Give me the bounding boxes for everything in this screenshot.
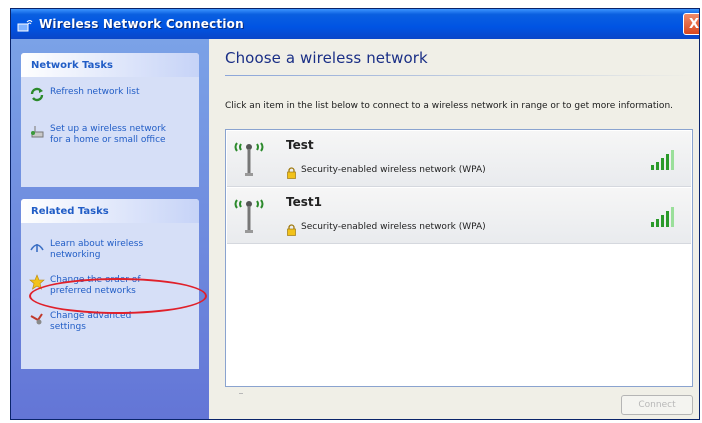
network-list[interactable]: Test Security-enabled wireless network (… [225, 129, 693, 387]
task-learn-wireless[interactable]: Learn about wireless networking [21, 239, 199, 261]
task-label: Change advanced settings [50, 311, 132, 332]
close-button[interactable]: X [683, 13, 700, 35]
instructions-text: Click an item in the list below to conne… [225, 101, 674, 111]
main-content: Choose a wireless network Click an item … [209, 39, 699, 419]
star-icon [29, 274, 45, 290]
list-divider [239, 393, 243, 394]
network-item-test[interactable]: Test Security-enabled wireless network (… [227, 131, 691, 187]
page-title: Choose a wireless network [225, 49, 428, 67]
task-label: Refresh network list [50, 87, 140, 97]
related-tasks-header: Related Tasks [21, 199, 199, 223]
network-item-test1[interactable]: Test1 Security-enabled wireless network … [227, 188, 691, 244]
task-label: Set up a wireless network for a home or … [50, 124, 167, 145]
security-status: Security-enabled wireless network (WPA) [301, 222, 486, 232]
wireless-connection-icon [17, 17, 33, 32]
task-label: Change the order of preferred networks [50, 275, 141, 296]
settings-icon [29, 310, 45, 326]
signal-strength-icon [651, 149, 681, 171]
related-tasks-panel: Related Tasks Learn about wireless netwo… [21, 199, 199, 369]
wireless-network-window: Wireless Network Connection X Network Ta… [10, 8, 700, 420]
signal-strength-icon [651, 206, 681, 228]
task-label: Learn about wireless networking [50, 239, 144, 260]
close-icon: X [688, 16, 700, 32]
task-pane: Network Tasks Refresh network list Set u… [11, 39, 209, 419]
task-refresh-network-list[interactable]: Refresh network list [21, 87, 199, 102]
refresh-icon [29, 86, 45, 102]
wireless-antenna-icon [233, 196, 265, 236]
window-title: Wireless Network Connection [39, 17, 244, 31]
network-name: Test [286, 138, 314, 152]
wireless-antenna-icon [233, 139, 265, 179]
network-name: Test1 [286, 195, 322, 209]
connect-button[interactable]: Connect [621, 395, 693, 415]
network-tasks-header: Network Tasks [21, 53, 199, 77]
task-change-advanced-settings[interactable]: Change advanced settings [21, 311, 199, 333]
task-change-network-order[interactable]: Change the order of preferred networks [21, 274, 199, 297]
network-tasks-panel: Network Tasks Refresh network list Set u… [21, 53, 199, 187]
setup-network-icon [29, 123, 45, 139]
security-status: Security-enabled wireless network (WPA) [301, 165, 486, 175]
heading-divider [225, 75, 695, 76]
help-icon [29, 238, 45, 254]
task-setup-wireless-network[interactable]: Set up a wireless network for a home or … [21, 124, 199, 146]
lock-icon [286, 221, 297, 236]
lock-icon [286, 164, 297, 179]
title-bar: Wireless Network Connection X [11, 9, 699, 39]
